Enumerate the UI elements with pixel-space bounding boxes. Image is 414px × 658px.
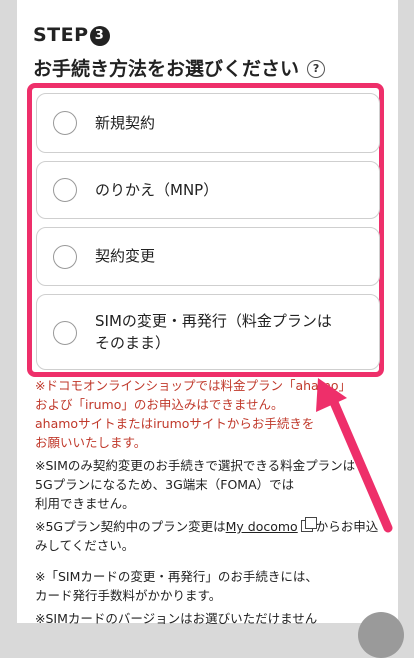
note-plan-change: ※5Gプラン契約中のプラン変更はMy docomo からお申込 xyxy=(35,517,385,536)
note-sim-card-line: カード発行手数料がかかります。 xyxy=(35,588,222,603)
note-red-line: ※ドコモオンラインショップでは料金プラン「ahamo」 xyxy=(35,378,352,393)
note-red-line: ahamoサイトまたはirumoサイトからお手続きを xyxy=(35,416,315,431)
option-sim-change[interactable]: SIMの変更・再発行（料金プランはそのまま） xyxy=(36,294,380,370)
note-plan-change-line2: みしてください。 xyxy=(35,538,135,553)
notes-section: ※ドコモオンラインショップでは料金プラン「ahamo」 および「irumo」のお… xyxy=(35,376,385,628)
radio-button[interactable] xyxy=(53,178,77,202)
option-label: のりかえ（MNP） xyxy=(95,181,219,199)
option-contract-change[interactable]: 契約変更 xyxy=(36,227,380,286)
my-docomo-link[interactable]: My docomo xyxy=(226,519,298,534)
option-label: SIMの変更・再発行（料金プランはそのまま） xyxy=(95,312,332,352)
step-label: STEP 3 xyxy=(33,24,110,46)
question-mark-icon[interactable]: ? xyxy=(307,60,326,78)
page-title: お手続き方法をお選びください? xyxy=(33,54,326,81)
note-plan-change-prefix: ※5Gプラン契約中のプラン変更は xyxy=(35,519,226,534)
note-sim-card-line: ※「SIMカードの変更・再発行」のお手続きには、 xyxy=(35,569,318,584)
scroll-top-button[interactable] xyxy=(358,612,404,658)
radio-button[interactable] xyxy=(53,321,77,345)
option-label: 契約変更 xyxy=(95,247,156,265)
note-red-line: お願いいたします。 xyxy=(35,435,147,450)
note-cut-line: ※SIMカードのバージョンはお選びいただけません xyxy=(35,611,318,626)
note-red-line: および「irumo」のお申込みはできません。 xyxy=(35,397,284,412)
note-plan-change-suffix: からお申込 xyxy=(315,519,379,534)
note-sim-only-line: ※SIMのみ契約変更のお手続きで選択できる料金プランは xyxy=(35,458,356,473)
step-number-badge: 3 xyxy=(89,26,110,46)
radio-button[interactable] xyxy=(53,245,77,269)
note-sim-only-line: 5Gプランになるため、3G端末（FOMA）では xyxy=(35,477,295,492)
option-new-contract[interactable]: 新規契約 xyxy=(36,93,380,153)
option-mnp[interactable]: のりかえ（MNP） xyxy=(36,161,380,219)
external-link-icon xyxy=(300,517,317,532)
note-sim-only-line: 利用できません。 xyxy=(35,496,135,511)
heading-text: お手続き方法をお選びください xyxy=(33,58,300,80)
radio-button[interactable] xyxy=(53,111,77,135)
option-label: 新規契約 xyxy=(95,114,156,132)
step-prefix: STEP xyxy=(33,24,89,46)
